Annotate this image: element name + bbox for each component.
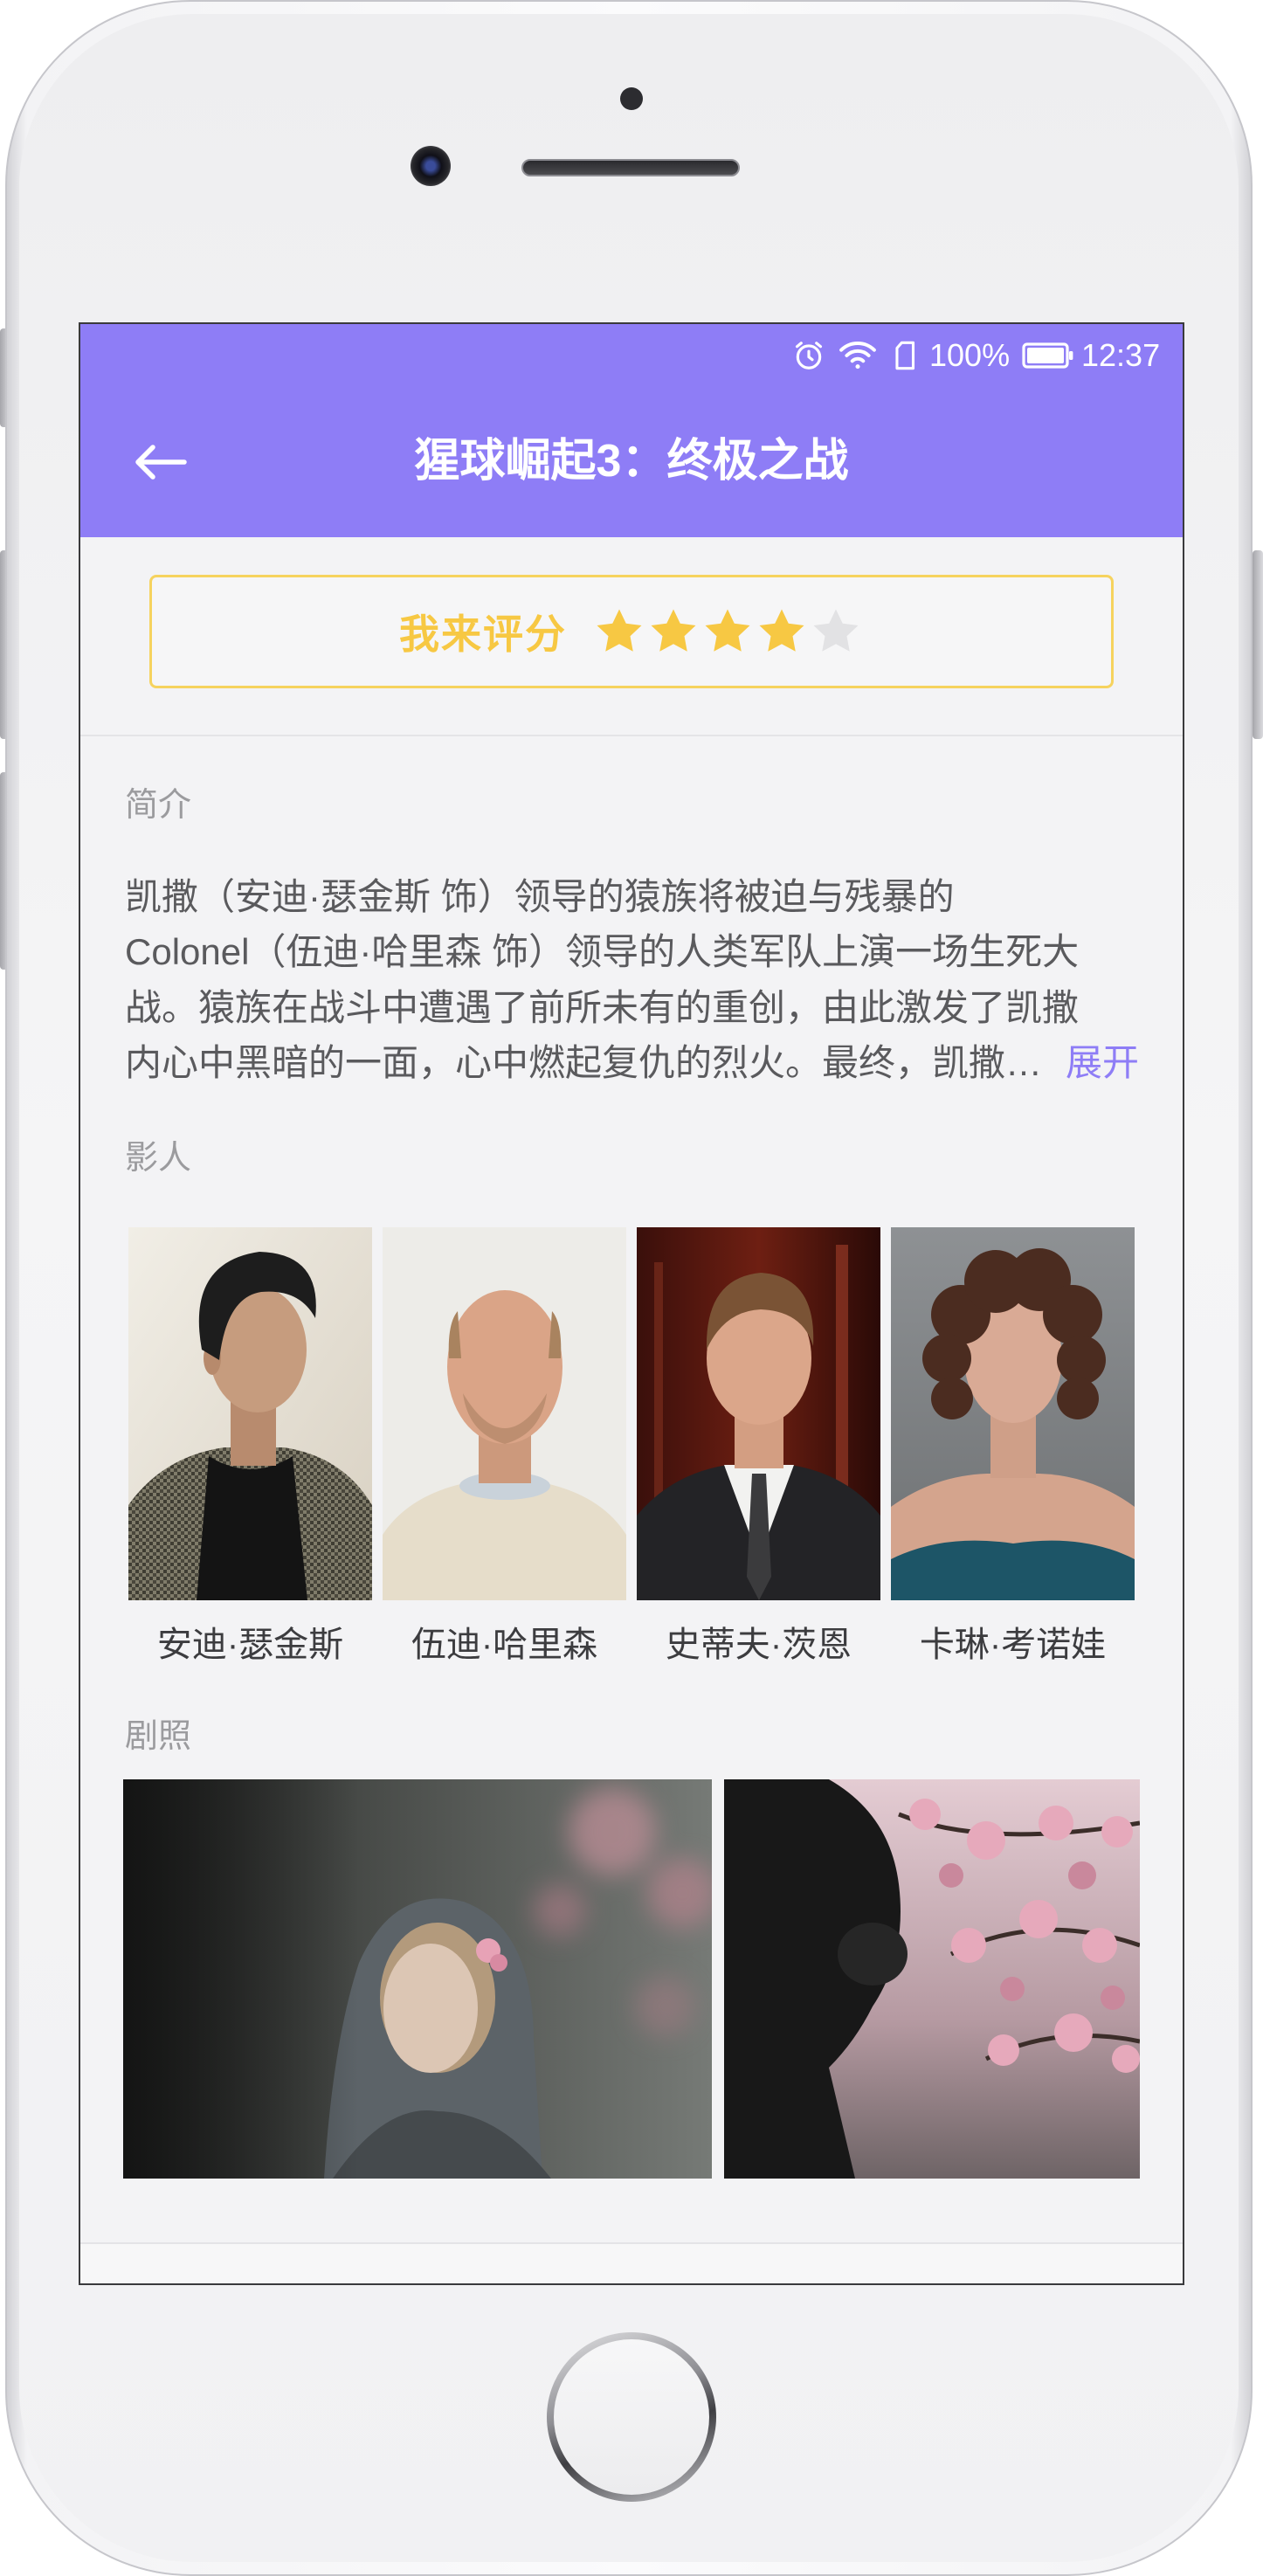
- still-photo[interactable]: [724, 1779, 1140, 2179]
- rate-button[interactable]: 我来评分: [149, 575, 1114, 688]
- star-filled-icon[interactable]: [647, 605, 700, 658]
- wifi-icon: [839, 324, 877, 386]
- home-button[interactable]: [547, 2332, 716, 2502]
- clock-time: 12:37: [1081, 336, 1161, 373]
- page-title: 猩球崛起3：终极之战: [414, 436, 849, 487]
- rating-stars[interactable]: [593, 605, 864, 658]
- cast-card[interactable]: 史蒂夫·茨恩: [637, 1227, 880, 1682]
- star-filled-icon[interactable]: [593, 605, 645, 658]
- stills-heading: 剧照: [125, 1718, 192, 1755]
- back-button[interactable]: [126, 435, 196, 489]
- intro-line: 战。猿族在战斗中遭遇了前所未有的重创，由此激发了凯撒: [125, 987, 1080, 1028]
- arrow-left-icon[interactable]: [134, 443, 188, 481]
- intro-heading: 简介: [125, 787, 192, 824]
- app-screen: 100% 12:37 猩球崛起3：终极之战 我来评分 简介 凯撒（安迪·瑟金斯 …: [80, 324, 1183, 2283]
- star-shape: [759, 609, 804, 652]
- portrait-art: [383, 1227, 626, 1600]
- battery-percent: 100%: [929, 336, 1011, 373]
- power-button: [1253, 550, 1263, 739]
- expand-link[interactable]: 展开: [1052, 1035, 1140, 1091]
- cast-card[interactable]: 卡琳·考诺娃: [891, 1227, 1135, 1682]
- cast-card[interactable]: 伍迪·哈里森: [383, 1227, 626, 1682]
- star-shape: [597, 609, 642, 652]
- intro-line: 凯撒（安迪·瑟金斯 饰）领导的猿族将被迫与残暴的: [125, 876, 955, 917]
- star-shape: [705, 609, 750, 652]
- still-image[interactable]: [724, 1779, 1140, 2179]
- cast-photo[interactable]: [891, 1227, 1135, 1600]
- intro-line: 内心中黑暗的一面，心中燃起复仇的烈火。最终，凯撒…: [125, 1042, 1043, 1083]
- portrait-art: [637, 1227, 880, 1600]
- still-art: [724, 1779, 1140, 2179]
- cast-photo[interactable]: [128, 1227, 372, 1600]
- cast-name: 卡琳·考诺娃: [919, 1626, 1107, 1664]
- cast-name: 伍迪·哈里森: [411, 1626, 598, 1664]
- intro-line: Colonel（伍迪·哈里森 饰）领导的人类军队上演一场生死大: [125, 931, 1080, 972]
- navigation-header: 猩球崛起3：终极之战: [80, 386, 1183, 537]
- cast-photo[interactable]: [637, 1227, 880, 1600]
- proximity-sensor: [620, 87, 643, 110]
- portrait-image[interactable]: [637, 1227, 880, 1600]
- portrait-art: [891, 1227, 1135, 1600]
- star-empty-icon[interactable]: [810, 605, 862, 658]
- cast-name: 安迪·瑟金斯: [156, 1626, 344, 1664]
- top-bar: 100% 12:37 猩球崛起3：终极之战: [80, 324, 1183, 537]
- still-image[interactable]: [123, 1779, 712, 2179]
- cast-photo[interactable]: [383, 1227, 626, 1600]
- star-shape: [651, 609, 696, 652]
- front-camera: [411, 146, 451, 186]
- alarm-icon: [792, 324, 825, 386]
- sim-card-icon: [894, 324, 917, 386]
- star-filled-icon[interactable]: [756, 605, 808, 658]
- star-shape: [813, 609, 859, 652]
- rating-label: 我来评分: [399, 611, 567, 657]
- star-filled-icon[interactable]: [701, 605, 754, 658]
- status-bar: 100% 12:37: [80, 324, 1183, 386]
- bottom-area: [80, 2244, 1183, 2283]
- cast-card[interactable]: 安迪·瑟金斯: [128, 1227, 372, 1682]
- battery-icon: [1022, 324, 1074, 386]
- still-photo[interactable]: [123, 1779, 712, 2179]
- divider: [80, 735, 1183, 736]
- earpiece-speaker: [521, 159, 740, 176]
- portrait-art: [128, 1227, 372, 1600]
- portrait-image[interactable]: [383, 1227, 626, 1600]
- cast-name: 史蒂夫·茨恩: [665, 1626, 852, 1664]
- portrait-image[interactable]: [128, 1227, 372, 1600]
- still-art: [123, 1779, 712, 2179]
- home-button-face[interactable]: [554, 2339, 709, 2495]
- cast-heading: 影人: [125, 1140, 192, 1177]
- portrait-image[interactable]: [891, 1227, 1135, 1600]
